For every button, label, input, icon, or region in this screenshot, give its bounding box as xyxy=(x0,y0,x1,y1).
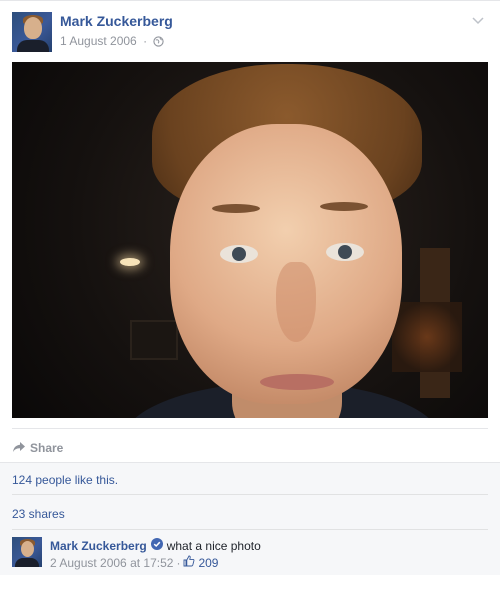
comment: Mark Zuckerberg what a nice photo 2 Augu… xyxy=(12,535,488,571)
author-avatar[interactable] xyxy=(12,12,52,52)
row-divider xyxy=(12,529,488,530)
likes-summary[interactable]: 124 people like this. xyxy=(12,473,118,487)
meta-separator: · xyxy=(143,34,148,48)
author-name[interactable]: Mark Zuckerberg xyxy=(60,13,173,29)
share-icon xyxy=(12,441,26,456)
top-divider xyxy=(0,0,500,1)
post-date[interactable]: 1 August 2006 xyxy=(60,34,137,48)
post-header: Mark Zuckerberg 1 August 2006 · xyxy=(12,10,488,54)
comment-line: Mark Zuckerberg what a nice photo xyxy=(50,538,261,553)
comment-like-count[interactable]: 209 xyxy=(198,556,218,570)
action-divider xyxy=(12,428,488,429)
thumbs-up-icon[interactable] xyxy=(183,555,195,570)
share-label: Share xyxy=(30,441,64,455)
comment-timestamp[interactable]: 2 August 2006 at 17:52 xyxy=(50,556,173,570)
shares-summary[interactable]: 23 shares xyxy=(12,507,65,521)
share-button[interactable]: Share xyxy=(12,440,63,456)
comment-meta: 2 August 2006 at 17:52 · 209 xyxy=(50,555,218,570)
comment-avatar[interactable] xyxy=(12,537,42,567)
facebook-post: Mark Zuckerberg 1 August 2006 · Share 12… xyxy=(0,0,500,596)
globe-icon[interactable] xyxy=(153,36,165,50)
row-divider xyxy=(12,494,488,495)
verified-badge-icon xyxy=(150,538,163,553)
comment-author[interactable]: Mark Zuckerberg xyxy=(50,539,147,553)
comment-text: what a nice photo xyxy=(166,538,261,553)
post-meta: 1 August 2006 · xyxy=(60,34,165,50)
chevron-down-icon[interactable] xyxy=(472,12,484,30)
ufi-panel: 124 people like this. 23 shares Mark Zuc… xyxy=(0,462,500,575)
meta-separator: · xyxy=(176,555,181,570)
post-photo[interactable] xyxy=(12,62,488,418)
